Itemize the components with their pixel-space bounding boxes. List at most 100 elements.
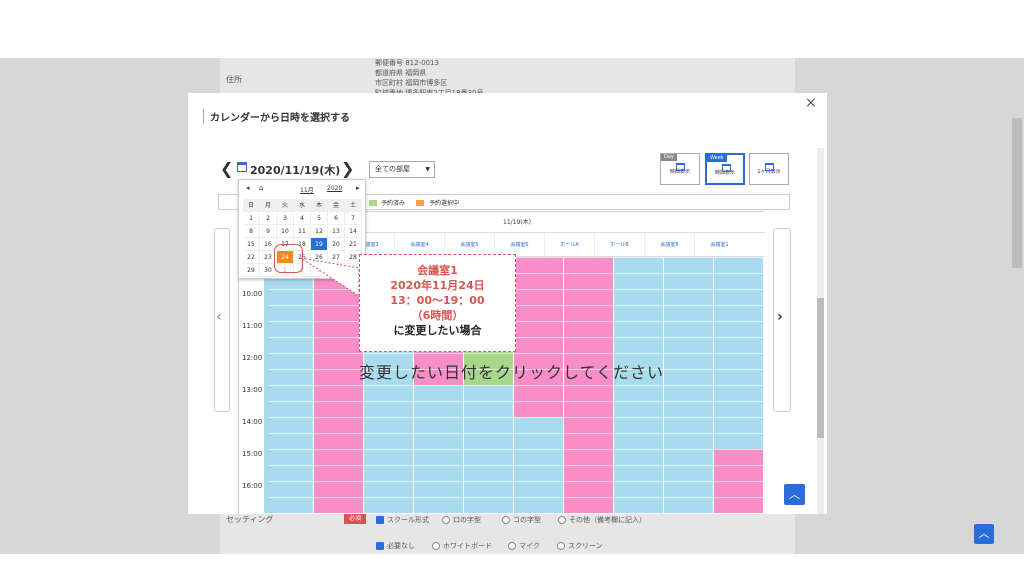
time-label: 16:00 — [242, 482, 263, 490]
close-icon[interactable]: × — [805, 95, 817, 111]
year-select[interactable]: 2020 — [327, 185, 342, 192]
calendar-day[interactable]: 22 — [243, 251, 260, 264]
day-view-button[interactable]: Day 時間表示 — [660, 153, 700, 185]
grid-line — [269, 417, 765, 418]
seating-option[interactable]: コの字型 — [502, 515, 541, 525]
equipment-option[interactable]: マイク — [508, 541, 540, 551]
weekday-label: 水 — [294, 199, 311, 212]
calendar-day[interactable]: 2 — [260, 212, 277, 225]
room-header: ホールA — [544, 233, 594, 257]
month-view-button[interactable]: 1ヶ月表示 — [749, 153, 789, 185]
grid-line — [269, 465, 765, 466]
week-row: 15 16 17 18 19 20 21 — [243, 238, 363, 251]
calendar-day[interactable]: 4 — [294, 212, 311, 225]
weekday-label: 木 — [311, 199, 328, 212]
chevron-up-icon: ︿ — [789, 488, 800, 501]
annotation-callout: 会議室1 2020年11月24日 13：00〜19：00 （6時間） に変更した… — [359, 254, 516, 352]
grid-line — [269, 481, 765, 482]
seating-option[interactable]: 口の字型 — [442, 515, 481, 525]
calendar-day[interactable]: 19 — [311, 238, 328, 251]
legend-label: 予約済み — [381, 200, 406, 207]
room-select-value: 全ての部屋 — [375, 165, 410, 173]
calendar-day[interactable]: 20 — [328, 238, 345, 251]
weekday-label: 日 — [243, 199, 260, 212]
calendar-day[interactable]: 7 — [345, 212, 362, 225]
month-select[interactable]: 11月 — [300, 185, 314, 194]
grid-line — [269, 353, 765, 354]
home-icon[interactable]: ⌂ — [259, 184, 263, 192]
next-day-button[interactable]: ❯ — [341, 159, 354, 178]
calendar-day[interactable]: 12 — [311, 225, 328, 238]
caret-right-icon[interactable]: ▸ — [356, 184, 360, 192]
grid-line — [269, 337, 765, 338]
grid-line — [269, 433, 765, 434]
seating-option[interactable]: スクール形式 — [376, 515, 429, 525]
address-label: 住所 — [226, 75, 242, 84]
page-top-button[interactable]: ︿ — [974, 524, 994, 544]
room-header: 会議室8 — [644, 233, 694, 257]
week-row: 1234567 — [243, 212, 363, 225]
chevron-up-icon: ︿ — [978, 527, 990, 540]
chevron-left-icon[interactable]: ‹ — [216, 309, 222, 325]
calendar-icon — [765, 163, 774, 171]
address-line: 都道府県 福岡県 — [375, 69, 427, 77]
callout-note: に変更したい場合 — [393, 324, 482, 337]
current-date[interactable]: 2020/11/19(木) — [250, 162, 340, 178]
calendar-day[interactable]: 6 — [328, 212, 345, 225]
seating-label: セッティング — [226, 515, 274, 524]
callout-date: 2020年11月24日 — [390, 279, 485, 292]
scroll-top-button[interactable]: ︿ — [784, 484, 805, 505]
calendar-day[interactable]: 15 — [243, 238, 260, 251]
callout-duration: （6時間） — [411, 309, 464, 322]
date-picker-modal: カレンダーから日時を選択する × ❮ 2020/11/19(木) ❯ 全ての部屋… — [188, 93, 827, 514]
calendar-day[interactable]: 11 — [294, 225, 311, 238]
callout-time: 13：00〜19：00 — [390, 294, 485, 307]
grid-line — [269, 401, 765, 402]
time-label: 10:00 — [242, 290, 263, 298]
weekday-label: 月 — [260, 199, 277, 212]
calendar-icon[interactable] — [237, 162, 247, 172]
weekday-row: 日月火水木金土 — [243, 199, 363, 212]
calendar-day[interactable]: 14 — [345, 225, 362, 238]
calendar-day[interactable]: 29 — [243, 264, 260, 277]
caret-left-icon[interactable]: ◂ — [246, 184, 250, 192]
time-label: 12:00 — [242, 354, 263, 362]
room-header: ホールB — [594, 233, 644, 257]
calendar-day[interactable]: 1 — [243, 212, 260, 225]
weekday-label: 火 — [277, 199, 294, 212]
instruction-text: 変更したい日付をクリックしてください — [359, 363, 665, 382]
time-label: 11:00 — [242, 322, 263, 330]
chevron-right-icon[interactable]: › — [777, 309, 783, 325]
room-select[interactable]: 全ての部屋 ▼ — [369, 161, 435, 178]
calendar-icon — [722, 164, 731, 172]
prev-day-button[interactable]: ❮ — [220, 159, 233, 178]
seating-option[interactable]: その他（備考欄に記入） — [558, 515, 646, 525]
weekday-label: 金 — [328, 199, 345, 212]
calendar-day[interactable]: 10 — [277, 225, 294, 238]
grid-line — [269, 385, 765, 386]
weekday-label: 土 — [345, 199, 362, 212]
calendar-day[interactable]: 3 — [277, 212, 294, 225]
calendar-day[interactable]: 9 — [260, 225, 277, 238]
modal-scrollbar[interactable] — [817, 148, 824, 514]
view-tag: Day — [661, 154, 677, 161]
grid-line — [269, 449, 765, 450]
address-lines: 郵便番号 812-0013 都道府県 福岡県 市区町村 福岡市博多区 町域番地 … — [375, 58, 484, 98]
calendar-day[interactable]: 5 — [311, 212, 328, 225]
equipment-option[interactable]: 必要なし — [376, 541, 415, 551]
grid-line — [269, 497, 765, 498]
view-tag: Week — [707, 155, 727, 162]
calendar-day[interactable]: 8 — [243, 225, 260, 238]
modal-title: カレンダーから日時を選択する — [203, 109, 350, 124]
address-line: 郵便番号 812-0013 — [375, 59, 439, 67]
room-header: 会議室1 — [694, 233, 744, 257]
calendar-day[interactable]: 13 — [328, 225, 345, 238]
calendar-day[interactable]: 21 — [345, 238, 362, 251]
equipment-option[interactable]: スクリーン — [557, 541, 603, 551]
equipment-option[interactable]: ホワイトボード — [432, 541, 492, 551]
week-row: 8 9 10 11 12 13 14 — [243, 225, 363, 238]
time-label: 15:00 — [242, 450, 263, 458]
week-view-button[interactable]: Week 時間表示 — [705, 153, 745, 185]
scroll-thumb[interactable] — [817, 298, 824, 438]
page-scrollbar[interactable] — [1012, 118, 1022, 268]
